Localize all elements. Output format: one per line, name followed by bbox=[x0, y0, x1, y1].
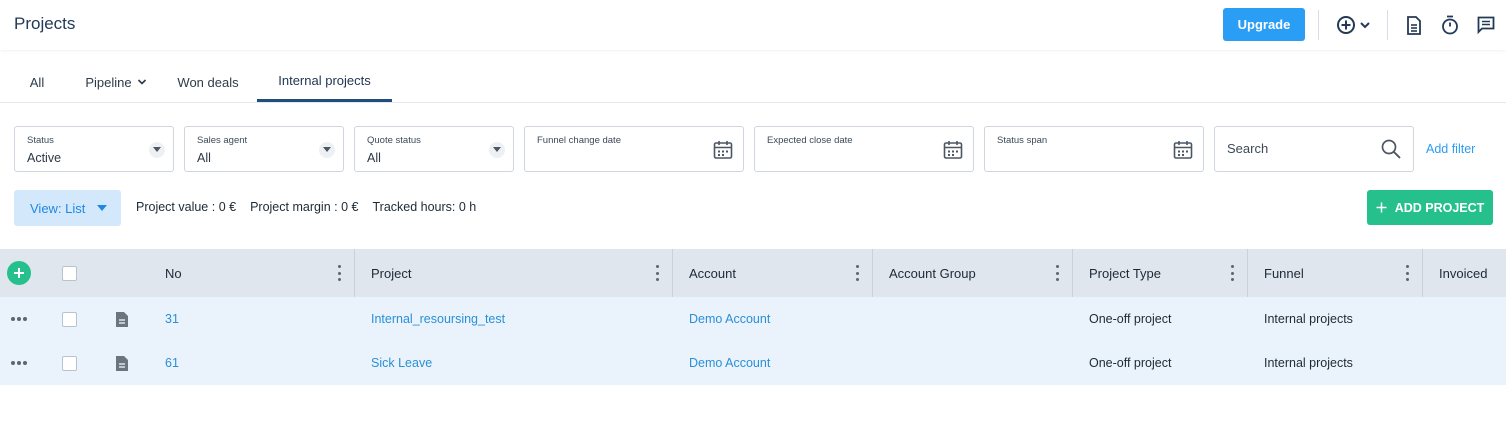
page-title: Projects bbox=[14, 14, 76, 33]
cell-project[interactable]: Internal_resoursing_test bbox=[371, 297, 505, 341]
project-stats: Project value : 0 € Project margin : 0 €… bbox=[136, 200, 476, 214]
filter-value: All bbox=[197, 151, 211, 165]
cell-project-type: One-off project bbox=[1089, 312, 1172, 326]
cell-project[interactable]: Sick Leave bbox=[371, 341, 432, 385]
stopwatch-icon[interactable] bbox=[1440, 12, 1460, 38]
view-label: View: List bbox=[30, 200, 86, 216]
plus-icon bbox=[1376, 202, 1387, 213]
document-icon[interactable] bbox=[116, 356, 128, 371]
status-span-filter[interactable]: Status span bbox=[984, 126, 1204, 172]
sales-agent-filter[interactable]: Sales agent All bbox=[184, 126, 344, 172]
chat-icon[interactable] bbox=[1476, 12, 1496, 38]
column-menu-icon[interactable] bbox=[855, 265, 859, 281]
tab-all[interactable]: All bbox=[18, 62, 56, 102]
cell-no[interactable]: 61 bbox=[165, 341, 179, 385]
search-input[interactable] bbox=[1227, 141, 1377, 156]
tracked-hours-stat: Tracked hours: 0 h bbox=[372, 200, 477, 214]
tab-internal-projects[interactable]: Internal projects bbox=[257, 62, 392, 102]
cell-project-type: One-off project bbox=[1089, 356, 1172, 370]
select-all-checkbox[interactable] bbox=[62, 266, 77, 281]
quick-add-menu[interactable] bbox=[1333, 12, 1373, 38]
caret-down-icon bbox=[489, 142, 505, 158]
filter-label: Status span bbox=[997, 135, 1048, 146]
quote-status-filter[interactable]: Quote status All bbox=[354, 126, 514, 172]
column-header-account[interactable]: Account bbox=[689, 249, 736, 297]
chevron-down-icon bbox=[1359, 22, 1370, 29]
divider bbox=[1318, 10, 1319, 40]
upgrade-button[interactable]: Upgrade bbox=[1223, 8, 1305, 41]
document-icon[interactable] bbox=[116, 312, 128, 327]
column-menu-icon[interactable] bbox=[655, 265, 659, 281]
row-actions-icon[interactable] bbox=[11, 317, 27, 321]
filter-label: Status bbox=[27, 135, 54, 146]
cell-no[interactable]: 31 bbox=[165, 297, 179, 341]
column-menu-icon[interactable] bbox=[337, 265, 341, 281]
table-row[interactable]: 31 Internal_resoursing_test Demo Account… bbox=[0, 297, 1506, 341]
tab-label: Pipeline bbox=[85, 74, 132, 90]
row-checkbox[interactable] bbox=[62, 356, 77, 371]
table-header: No Project Account Account Group Project… bbox=[0, 249, 1506, 297]
table-row[interactable]: 61 Sick Leave Demo Account One-off proje… bbox=[0, 341, 1506, 385]
chevron-down-icon bbox=[137, 79, 146, 85]
add-row-button[interactable] bbox=[7, 261, 31, 285]
add-filter-link[interactable]: Add filter bbox=[1426, 142, 1475, 156]
caret-down-icon bbox=[149, 142, 165, 158]
expected-close-date-filter[interactable]: Expected close date bbox=[754, 126, 974, 172]
add-project-label: ADD PROJECT bbox=[1394, 200, 1485, 215]
filter-label: Expected close date bbox=[767, 135, 853, 146]
column-header-project-type[interactable]: Project Type bbox=[1089, 249, 1161, 297]
column-divider bbox=[354, 249, 355, 297]
column-menu-icon[interactable] bbox=[1405, 265, 1409, 281]
column-header-funnel[interactable]: Funnel bbox=[1264, 249, 1304, 297]
column-menu-icon[interactable] bbox=[1055, 265, 1059, 281]
cell-account[interactable]: Demo Account bbox=[689, 341, 770, 385]
calendar-icon[interactable] bbox=[713, 140, 733, 165]
plus-icon bbox=[14, 268, 24, 278]
funnel-change-date-filter[interactable]: Funnel change date bbox=[524, 126, 744, 172]
column-divider bbox=[672, 249, 673, 297]
tab-pipeline[interactable]: Pipeline bbox=[76, 62, 156, 102]
tab-won-deals[interactable]: Won deals bbox=[170, 62, 246, 102]
calendar-icon[interactable] bbox=[1173, 140, 1193, 165]
divider bbox=[1387, 10, 1388, 40]
add-circle-icon bbox=[1336, 16, 1355, 34]
column-menu-icon[interactable] bbox=[1230, 265, 1234, 281]
top-bar: Projects Upgrade bbox=[0, 0, 1506, 50]
tab-label: Internal projects bbox=[278, 73, 371, 88]
row-actions-icon[interactable] bbox=[11, 361, 27, 365]
row-checkbox[interactable] bbox=[62, 312, 77, 327]
column-header-project[interactable]: Project bbox=[371, 249, 411, 297]
column-header-account-group[interactable]: Account Group bbox=[889, 249, 976, 297]
project-value-stat: Project value : 0 € bbox=[136, 200, 237, 214]
tab-label: Won deals bbox=[177, 74, 239, 90]
view-selector-button[interactable]: View: List bbox=[14, 190, 121, 226]
add-project-button[interactable]: ADD PROJECT bbox=[1367, 190, 1493, 225]
column-divider bbox=[1072, 249, 1073, 297]
filter-label: Funnel change date bbox=[537, 135, 621, 146]
caret-down-icon bbox=[97, 205, 108, 211]
filter-label: Sales agent bbox=[197, 135, 248, 146]
filter-value: All bbox=[367, 151, 381, 165]
document-icon[interactable] bbox=[1404, 12, 1424, 38]
status-filter[interactable]: Status Active bbox=[14, 126, 174, 172]
cell-funnel: Internal projects bbox=[1264, 312, 1353, 326]
cell-funnel: Internal projects bbox=[1264, 356, 1353, 370]
column-header-no[interactable]: No bbox=[165, 249, 182, 297]
cell-account[interactable]: Demo Account bbox=[689, 297, 770, 341]
tab-label: All bbox=[29, 74, 45, 90]
search-box bbox=[1214, 126, 1414, 172]
column-divider bbox=[1422, 249, 1423, 297]
caret-down-icon bbox=[319, 142, 335, 158]
column-divider bbox=[872, 249, 873, 297]
column-divider bbox=[1247, 249, 1248, 297]
column-header-invoiced[interactable]: Invoiced bbox=[1439, 249, 1487, 297]
filter-value: Active bbox=[27, 151, 62, 165]
search-icon[interactable] bbox=[1381, 139, 1401, 159]
filter-label: Quote status bbox=[367, 135, 421, 146]
project-margin-stat: Project margin : 0 € bbox=[250, 200, 359, 214]
calendar-icon[interactable] bbox=[943, 140, 963, 165]
tab-bar: All Pipeline Won deals Internal projects bbox=[0, 62, 1506, 103]
